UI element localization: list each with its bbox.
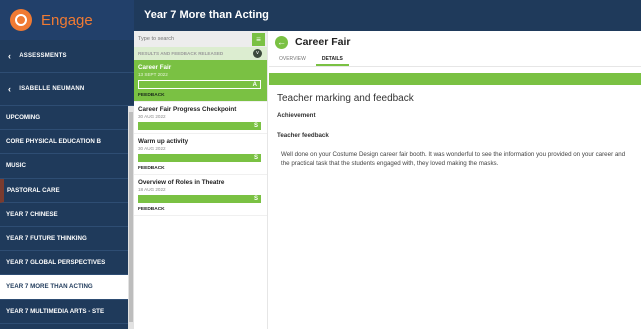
nav-item-pastoral-care[interactable]: PASTORAL CARE	[0, 178, 128, 203]
nav-scrollbar-thumb[interactable]	[129, 112, 133, 322]
detail-header: ← Career Fair	[269, 31, 641, 53]
page-title: Year 7 More than Acting	[144, 9, 269, 21]
task-result-bar: S	[138, 154, 261, 162]
chevron-down-icon[interactable]: ˅	[253, 49, 262, 58]
results-filter-label: RESULTS AND FEEDBACK RELEASED	[138, 51, 224, 56]
detail-tabs: OVERVIEW DETAILS	[269, 53, 641, 67]
filter-icon[interactable]: ≡	[252, 32, 265, 46]
back-link-label: ISABELLE NEUMANN	[19, 86, 85, 92]
teacher-feedback-text: Well done on your Costume Design career …	[281, 151, 626, 167]
tab-overview[interactable]: OVERVIEW	[273, 53, 312, 66]
class-nav-list: UPCOMING CORE PHYSICAL EDUCATION B MUSIC…	[0, 106, 128, 324]
task-feedback-label: FEEDBACK	[138, 207, 165, 212]
task-date: 13 SEPT 2022	[138, 72, 168, 77]
back-link-label: ASSESSMENTS	[19, 53, 67, 59]
result-banner	[269, 73, 641, 85]
nav-item-core-physical-education[interactable]: CORE PHYSICAL EDUCATION B	[0, 130, 128, 155]
tasks-panel: ≡ RESULTS AND FEEDBACK RELEASED ˅ Career…	[134, 31, 268, 329]
task-item-career-fair-progress-checkpoint[interactable]: Career Fair Progress Checkpoint 30 AUG 2…	[134, 102, 267, 134]
left-navigation: Engage ‹ ASSESSMENTS ‹ ISABELLE NEUMANN …	[0, 0, 134, 329]
task-grade: A	[252, 82, 257, 88]
detail-title: Career Fair	[295, 36, 351, 48]
task-date: 18 AUG 2022	[138, 187, 166, 192]
search-input[interactable]	[138, 32, 252, 46]
task-feedback-label: FEEDBACK	[138, 166, 165, 171]
task-item-overview-of-roles-in-theatre[interactable]: Overview of Roles in Theatre 18 AUG 2022…	[134, 175, 267, 216]
brand-bar: Engage	[0, 0, 134, 40]
back-arrow-icon[interactable]: ←	[275, 35, 288, 49]
chevron-left-icon: ‹	[8, 51, 12, 61]
task-detail-panel: ← Career Fair OVERVIEW DETAILS Teacher m…	[269, 31, 641, 329]
back-to-assessments-link[interactable]: ‹ ASSESSMENTS	[0, 40, 134, 73]
task-result-bar: A	[138, 80, 261, 89]
task-grade: S	[253, 196, 258, 202]
task-grade: S	[253, 155, 258, 161]
page-header: Year 7 More than Acting	[134, 0, 641, 31]
tab-details[interactable]: DETAILS	[315, 53, 349, 66]
task-item-warm-up-activity[interactable]: Warm up activity 30 AUG 2022 S FEEDBACK	[134, 134, 267, 175]
search-bar: ≡	[134, 31, 267, 47]
task-title: Career Fair Progress Checkpoint	[138, 106, 237, 113]
nav-item-year7-global-perspectives[interactable]: YEAR 7 GLOBAL PERSPECTIVES	[0, 251, 128, 276]
nav-item-year7-more-than-acting[interactable]: YEAR 7 MORE THAN ACTING	[0, 275, 128, 300]
nav-item-music[interactable]: MUSIC	[0, 154, 128, 179]
nav-item-year7-future-thinking[interactable]: YEAR 7 FUTURE THINKING	[0, 227, 128, 252]
task-feedback-label: FEEDBACK	[138, 93, 165, 98]
task-title: Overview of Roles in Theatre	[138, 179, 225, 186]
task-title: Warm up activity	[138, 138, 189, 145]
nav-item-year7-multimedia-arts[interactable]: YEAR 7 MULTIMEDIA ARTS - STE	[0, 300, 128, 324]
nav-item-year7-chinese[interactable]: YEAR 7 CHINESE	[0, 203, 128, 227]
task-title: Career Fair	[138, 64, 172, 71]
nav-item-upcoming[interactable]: UPCOMING	[0, 106, 128, 131]
chevron-left-icon: ‹	[8, 84, 12, 94]
teacher-feedback-label: Teacher feedback	[277, 132, 329, 139]
task-result-bar: S	[138, 122, 261, 130]
engage-logo-icon	[10, 9, 32, 31]
task-date: 30 AUG 2022	[138, 114, 166, 119]
section-title: Teacher marking and feedback	[277, 93, 414, 104]
task-item-career-fair[interactable]: Career Fair 13 SEPT 2022 A FEEDBACK	[134, 60, 267, 102]
back-to-student-link[interactable]: ‹ ISABELLE NEUMANN	[0, 73, 134, 106]
brand-name: Engage	[41, 11, 93, 29]
results-filter-row[interactable]: RESULTS AND FEEDBACK RELEASED ˅	[134, 47, 267, 60]
task-grade: S	[253, 123, 258, 129]
task-result-bar: S	[138, 195, 261, 203]
achievement-label: Achievement	[277, 112, 316, 119]
task-date: 30 AUG 2022	[138, 146, 166, 151]
